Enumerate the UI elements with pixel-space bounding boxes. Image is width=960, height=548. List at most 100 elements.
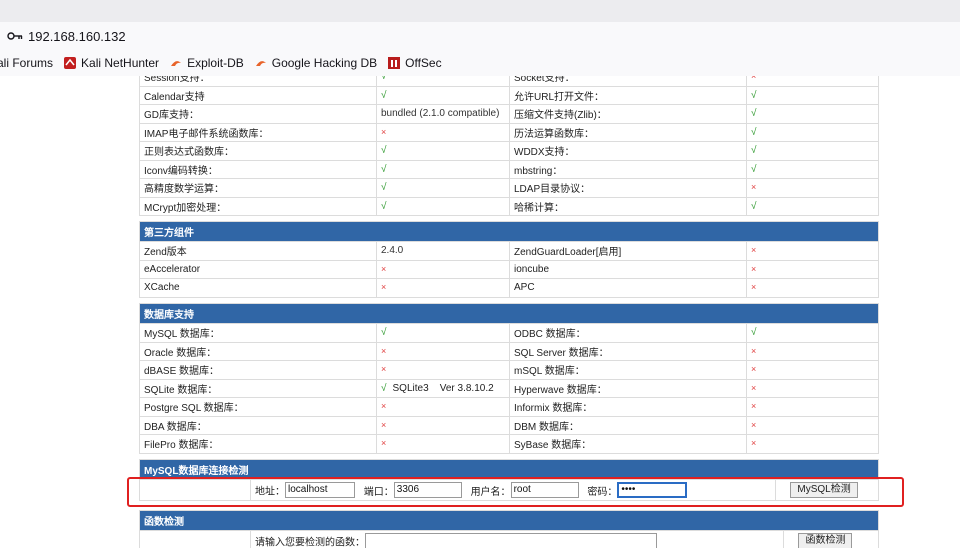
status-mark: × (381, 419, 387, 430)
feature-status: √ (377, 76, 509, 86)
basic-row: IMAP电子邮件系统函数库： × 历法运算函数库： √ (140, 123, 878, 141)
browser-tab-strip (0, 0, 960, 22)
status-mark: × (381, 345, 387, 356)
basic-row: Iconv编码转换： √ mbstring： √ (140, 160, 878, 178)
feature-label: dBASE 数据库： (140, 361, 376, 379)
database-row: MySQL 数据库： √ ODBC 数据库： √ (140, 324, 878, 342)
feature-status: × (377, 279, 509, 297)
status-mark: × (381, 438, 387, 449)
feature-status: × (377, 398, 509, 416)
status-mark: √ (751, 89, 757, 101)
status-mark: √ (751, 145, 757, 157)
bookmark-exploit-db[interactable]: Exploit-DB (170, 56, 244, 70)
feature-label: ZendGuardLoader[启用] (510, 242, 746, 260)
feature-status: × (747, 379, 878, 397)
key-icon (6, 31, 24, 41)
basic-row: 正则表达式函数库： √ WDDX支持： √ (140, 142, 878, 160)
exploit-db-icon (170, 57, 182, 69)
feature-status: × (377, 123, 509, 141)
feature-status: × (377, 361, 509, 379)
bookmark-offsec[interactable]: OffSec (388, 56, 442, 70)
bookmark-google-hacking-db[interactable]: Google Hacking DB (255, 56, 377, 70)
bookmark-kali-forums[interactable]: ali Forums (0, 56, 53, 70)
nethunter-icon (64, 57, 77, 69)
status-mark: × (381, 401, 387, 412)
feature-status: × (747, 361, 878, 379)
status-mark: × (751, 438, 757, 449)
address-bar[interactable]: 192.168.160.132 (0, 22, 960, 50)
feature-label: XCache (140, 279, 376, 297)
feature-label: Hyperwave 数据库： (510, 379, 746, 397)
status-mark: × (751, 76, 757, 82)
database-row: dBASE 数据库： × mSQL 数据库： × (140, 361, 878, 379)
feature-status: √ (377, 179, 509, 197)
feature-status: √ (747, 123, 878, 141)
third-party-table: 第三方组件 Zend版本 2.4.0 ZendGuardLoader[启用] × eAc… (139, 221, 879, 298)
spacer-cell (140, 480, 250, 500)
feature-label: eAccelerator (140, 260, 376, 278)
feature-label: 历法运算函数库： (510, 123, 746, 141)
feature-status: bundled (2.1.0 compatible) (377, 105, 509, 123)
feature-label: DBA 数据库： (140, 416, 376, 434)
feature-label: Socket支持： (510, 76, 746, 86)
status-mark: √ (381, 89, 387, 101)
status-mark: × (751, 382, 757, 393)
database-support-table: 数据库支持 MySQL 数据库： √ ODBC 数据库： √ Oracle 数据库： × S… (139, 303, 879, 454)
feature-label: mSQL 数据库： (510, 361, 746, 379)
host-label: 地址： (255, 486, 285, 498)
status-mark: × (381, 263, 387, 274)
feature-status: × (747, 416, 878, 434)
feature-status: × (747, 260, 878, 278)
feature-label: WDDX支持： (510, 142, 746, 160)
feature-status: √ (747, 197, 878, 215)
status-mark: × (381, 364, 387, 375)
basic-row: MCrypt加密处理： √ 哈稀计算： √ (140, 197, 878, 215)
feature-label: ioncube (510, 260, 746, 278)
user-input[interactable]: root (510, 482, 579, 498)
bookmark-label: Google Hacking DB (271, 56, 378, 70)
bookmark-kali-nethunter[interactable]: Kali NetHunter (64, 56, 159, 70)
function-check-button[interactable]: 函数检测 (798, 533, 853, 548)
feature-label: Iconv编码转换： (140, 160, 376, 178)
status-mark: × (751, 282, 757, 293)
status-mark: × (381, 282, 387, 293)
status-mark: √ (381, 163, 387, 175)
bookmark-label: ali Forums (0, 56, 54, 70)
third-party-row: eAccelerator × ioncube × (140, 260, 878, 278)
feature-label: mbstring： (510, 160, 746, 178)
status-mark: √ (751, 163, 757, 175)
feature-status: √ (747, 142, 878, 160)
basic-row: GD库支持： bundled (2.1.0 compatible) 压缩文件支持(Z… (140, 105, 878, 123)
database-row: SQLite 数据库： √ SQLite3 Ver 3.8.10.2 Hyperwav… (140, 379, 878, 397)
feature-status: × (377, 260, 509, 278)
database-row: FilePro 数据库： × SyBase 数据库： × (140, 435, 878, 453)
feature-label: 允许URL打开文件： (510, 86, 746, 104)
feature-label: Postgre SQL 数据库： (140, 398, 376, 416)
status-mark: 2.4.0 (381, 245, 404, 257)
basic-support-table: Session支持： √ Socket支持： × Calendar支持 √ 允许URL打开文… (139, 76, 879, 216)
feature-status: √ (747, 86, 878, 104)
host-input[interactable]: localhost (285, 482, 355, 498)
feature-status: √ (377, 142, 509, 160)
port-input[interactable]: 3306 (393, 482, 462, 498)
ghdb-icon (255, 57, 267, 69)
bookmark-label: Exploit-DB (187, 56, 244, 70)
feature-label: Calendar支持 (140, 86, 376, 104)
feature-label: APC (510, 279, 746, 297)
url-text[interactable]: 192.168.160.132 (28, 29, 126, 44)
password-input[interactable]: •••• (617, 482, 688, 498)
basic-row: Calendar支持 √ 允许URL打开文件： √ (140, 86, 878, 104)
offsec-icon (388, 57, 401, 69)
status-mark: × (751, 263, 757, 274)
status-mark: √ (381, 382, 387, 394)
status-mark: √ (751, 108, 757, 120)
feature-label: 哈稀计算： (510, 197, 746, 215)
feature-label: IMAP电子邮件系统函数库： (140, 123, 376, 141)
feature-status: √ (747, 105, 878, 123)
status-mark: × (751, 401, 757, 412)
status-detail: SQLite3 Ver 3.8.10.2 (392, 382, 494, 394)
function-input[interactable] (365, 533, 657, 548)
function-button-cell: 函数检测 (784, 531, 878, 548)
function-form-cell: 请输入您要检测的函数： (251, 531, 784, 548)
mysql-check-button[interactable]: MySQL检测 (790, 482, 858, 498)
